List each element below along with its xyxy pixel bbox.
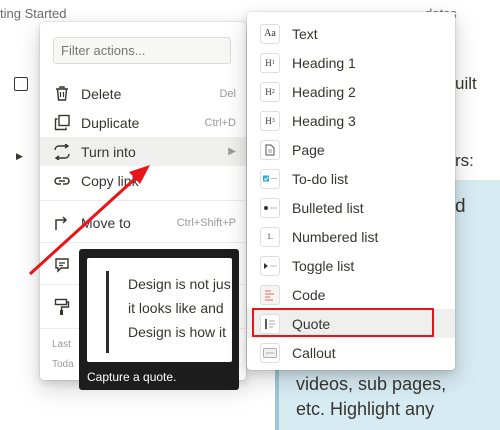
quote-preview-card: Design is not jus it looks like and Desi…: [87, 258, 232, 362]
filter-actions-input[interactable]: [53, 37, 231, 64]
submenu-item-label: Callout: [292, 344, 336, 361]
menu-item-label: Turn into: [81, 143, 136, 160]
submenu-item-label: Bulleted list: [292, 199, 364, 216]
page-breadcrumb-text: ting Started: [0, 6, 67, 21]
toggle-arrow-icon[interactable]: ▶: [16, 151, 23, 162]
checkbox-icon: [260, 168, 280, 189]
toggle-icon: [260, 255, 280, 276]
menu-item-turn-into[interactable]: Turn into ▶: [40, 137, 246, 166]
submenu-item-heading-1[interactable]: H1 Heading 1: [247, 48, 455, 77]
move-to-icon: [51, 212, 73, 234]
submenu-item-heading-3[interactable]: H3 Heading 3: [247, 106, 455, 135]
text-icon: Aa: [260, 23, 280, 44]
page-icon: [260, 139, 280, 160]
submenu-item-bulleted-list[interactable]: Bulleted list: [247, 193, 455, 222]
menu-item-copy-link[interactable]: Copy link: [40, 166, 246, 195]
submenu-item-code[interactable]: Code: [247, 280, 455, 309]
submenu-item-label: Toggle list: [292, 257, 355, 274]
submenu-item-label: Code: [292, 286, 326, 303]
callout-icon: [260, 342, 280, 363]
shortcut-hint: Del: [219, 87, 236, 100]
duplicate-icon: [51, 112, 73, 134]
menu-item-label: Duplicate: [81, 114, 140, 131]
heading-2-icon: H2: [260, 81, 280, 102]
comment-icon: [51, 254, 73, 276]
submenu-item-toggle-list[interactable]: Toggle list: [247, 251, 455, 280]
preview-text-line: it looks like and: [128, 300, 224, 316]
todo-checkbox[interactable]: [14, 77, 28, 91]
heading-3-icon: H3: [260, 110, 280, 131]
shortcut-hint: Ctrl+Shift+P: [176, 216, 236, 229]
submenu-item-label: Page: [292, 141, 325, 158]
block-text-fragment: rs:: [455, 151, 474, 170]
menu-item-label: Move to: [81, 214, 131, 231]
submenu-item-page[interactable]: Page: [247, 135, 455, 164]
callout-text-fragment: d: [455, 196, 466, 217]
block-preview-tooltip: Design is not jus it looks like and Desi…: [79, 249, 239, 390]
callout-text-line: videos, sub pages,: [296, 374, 447, 394]
link-icon: [51, 170, 73, 192]
quote-highlight-box: [252, 308, 434, 337]
submenu-chevron-icon: ▶: [228, 146, 236, 157]
submenu-item-label: Heading 1: [292, 54, 356, 71]
numbered-list-icon: 1.: [260, 226, 280, 247]
submenu-item-todo-list[interactable]: To-do list: [247, 164, 455, 193]
menu-item-label: Copy link: [81, 172, 139, 189]
shortcut-hint: Ctrl+D: [204, 116, 236, 129]
bullet-icon: [260, 197, 280, 218]
menu-item-label: Delete: [81, 85, 122, 102]
submenu-item-text[interactable]: Aa Text: [247, 19, 455, 48]
menu-item-delete[interactable]: Delete Del: [40, 79, 246, 108]
submenu-item-label: Text: [292, 25, 318, 42]
menu-item-duplicate[interactable]: Duplicate Ctrl+D: [40, 108, 246, 137]
menu-item-move-to[interactable]: Move to Ctrl+Shift+P: [40, 208, 246, 237]
submenu-item-numbered-list[interactable]: 1. Numbered list: [247, 222, 455, 251]
turn-into-icon: [51, 141, 73, 163]
block-text-fragment: uilt: [455, 74, 477, 93]
menu-divider: [40, 200, 246, 201]
preview-text-line: Design is not jus: [128, 276, 231, 292]
last-edited-time: Toda: [52, 359, 74, 370]
submenu-item-heading-2[interactable]: H2 Heading 2: [247, 77, 455, 106]
preview-caption: Capture a quote.: [87, 370, 177, 384]
submenu-item-label: To-do list: [292, 170, 349, 187]
submenu-item-callout[interactable]: Callout: [247, 338, 455, 367]
callout-text-line: etc. Highlight any: [296, 399, 435, 419]
preview-text-line: Design is how it: [128, 324, 227, 340]
menu-divider: [40, 242, 246, 243]
submenu-item-label: Heading 3: [292, 112, 356, 129]
paint-roller-icon: [51, 296, 73, 318]
heading-1-icon: H1: [260, 52, 280, 73]
code-icon: [260, 284, 280, 305]
quote-bar: [106, 271, 109, 353]
submenu-item-label: Heading 2: [292, 83, 356, 100]
trash-icon: [51, 83, 73, 105]
last-edited-label: Last: [52, 339, 71, 350]
submenu-item-label: Numbered list: [292, 228, 379, 245]
